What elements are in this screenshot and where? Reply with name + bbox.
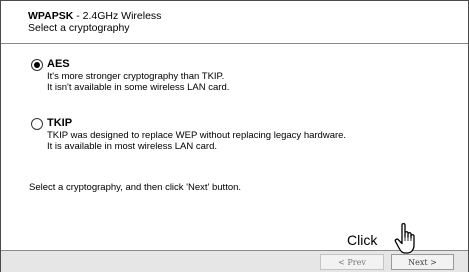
wizard-header: WPAPSK - 2.4GHz Wireless Select a crypto… (1, 1, 468, 44)
click-annotation-label: Click (347, 232, 378, 248)
instruction-text: Select a cryptography, and then click 'N… (29, 182, 242, 193)
prev-button[interactable]: < Prev (320, 254, 384, 270)
title-rest: - 2.4GHz Wireless (73, 10, 162, 22)
option-aes-label[interactable]: AES (47, 58, 70, 70)
option-aes-desc-line1: It's more stronger cryptography than TKI… (47, 71, 225, 82)
page-title: WPAPSK - 2.4GHz Wireless (28, 10, 161, 22)
radio-tkip[interactable] (31, 118, 43, 130)
option-tkip-desc-line1: TKIP was designed to replace WEP without… (47, 130, 347, 141)
hand-pointer-icon (394, 223, 415, 254)
title-bold: WPAPSK (28, 10, 74, 22)
radio-aes[interactable] (31, 59, 43, 71)
option-tkip-desc-line2: It is available in most wireless LAN car… (47, 141, 218, 152)
option-tkip-label[interactable]: TKIP (47, 117, 72, 129)
option-aes-desc-line2: It isn't available in some wireless LAN … (47, 82, 230, 93)
next-button[interactable]: Next > (391, 254, 454, 270)
wizard-window: WPAPSK - 2.4GHz Wireless Select a crypto… (0, 0, 469, 272)
page-subtitle: Select a cryptography (28, 22, 130, 34)
